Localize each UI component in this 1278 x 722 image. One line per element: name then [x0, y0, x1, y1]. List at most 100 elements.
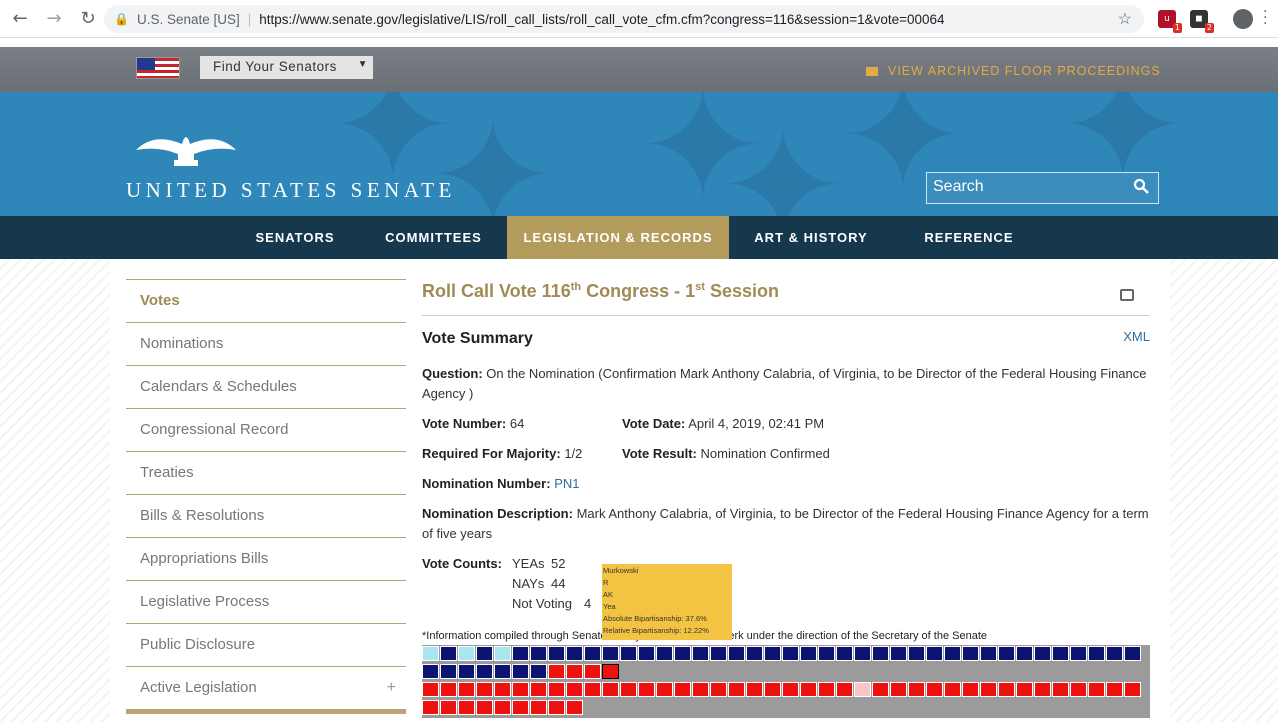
senator-vote-cell[interactable] [962, 646, 979, 661]
reload-icon[interactable]: ↻ [74, 5, 102, 33]
sidebar-item-votes[interactable]: Votes [126, 279, 406, 322]
senator-vote-cell[interactable] [602, 664, 619, 679]
nav-art-history[interactable]: ART & HISTORY [740, 216, 882, 259]
senator-vote-cell[interactable] [1124, 682, 1141, 697]
senator-vote-cell[interactable] [458, 682, 475, 697]
senator-vote-cell[interactable] [710, 682, 727, 697]
sidebar-item-public-disclosure[interactable]: Public Disclosure [126, 623, 406, 666]
senator-vote-cell[interactable] [782, 682, 799, 697]
senator-vote-cell[interactable] [1124, 646, 1141, 661]
senator-vote-cell[interactable] [440, 682, 457, 697]
senator-vote-cell[interactable] [1088, 682, 1105, 697]
senator-vote-cell[interactable] [1016, 646, 1033, 661]
senator-vote-cell[interactable] [764, 682, 781, 697]
senator-vote-cell[interactable] [566, 682, 583, 697]
senator-vote-cell[interactable] [728, 682, 745, 697]
senator-vote-cell[interactable] [548, 682, 565, 697]
senator-vote-cell[interactable] [1070, 682, 1087, 697]
senator-vote-cell[interactable] [602, 682, 619, 697]
nav-committees[interactable]: COMMITTEES [370, 216, 497, 259]
profile-avatar-icon[interactable] [1233, 9, 1253, 29]
senator-vote-cell[interactable] [782, 646, 799, 661]
senator-vote-cell[interactable] [944, 646, 961, 661]
senator-vote-cell[interactable] [980, 682, 997, 697]
senator-vote-cell[interactable] [1016, 682, 1033, 697]
senator-vote-cell[interactable] [476, 664, 493, 679]
senator-vote-cell[interactable] [494, 664, 511, 679]
senator-vote-cell[interactable] [530, 646, 547, 661]
senator-vote-cell[interactable] [854, 646, 871, 661]
senator-vote-cell[interactable] [530, 682, 547, 697]
sidebar-item-active-legislation[interactable]: Active Legislation + [126, 666, 406, 709]
senator-vote-cell[interactable] [512, 682, 529, 697]
senator-vote-cell[interactable] [458, 646, 475, 661]
senator-vote-cell[interactable] [494, 646, 511, 661]
sidebar-item-congressional-record[interactable]: Congressional Record [126, 408, 406, 451]
senator-vote-cell[interactable] [476, 646, 493, 661]
menu-kebab-icon[interactable]: · · · [1263, 5, 1267, 31]
senator-vote-cell[interactable] [422, 646, 439, 661]
senator-vote-cell[interactable] [692, 646, 709, 661]
senator-vote-cell[interactable] [512, 700, 529, 715]
senator-vote-cell[interactable] [1106, 682, 1123, 697]
senator-vote-cell[interactable] [620, 682, 637, 697]
senator-vote-cell[interactable] [926, 682, 943, 697]
sidebar-item-bills[interactable]: Bills & Resolutions [126, 494, 406, 537]
senator-vote-cell[interactable] [800, 646, 817, 661]
xml-link[interactable]: XML [1123, 329, 1150, 344]
sidebar-item-appropriations[interactable]: Appropriations Bills [126, 537, 406, 580]
senator-vote-cell[interactable] [656, 646, 673, 661]
senator-vote-cell[interactable] [800, 682, 817, 697]
senator-vote-cell[interactable] [584, 646, 601, 661]
nav-senators[interactable]: SENATORS [237, 216, 353, 259]
senator-vote-cell[interactable] [476, 700, 493, 715]
senate-eagle-logo-icon[interactable] [134, 130, 238, 170]
senator-vote-cell[interactable] [1106, 646, 1123, 661]
senator-vote-cell[interactable] [872, 682, 889, 697]
senator-vote-cell[interactable] [1052, 682, 1069, 697]
senator-vote-cell[interactable] [872, 646, 889, 661]
back-icon[interactable]: ← [6, 5, 34, 33]
bookmark-star-icon[interactable]: ☆ [1118, 9, 1132, 29]
senator-vote-cell[interactable] [422, 664, 439, 679]
archived-floor-link[interactable]: VIEW ARCHIVED FLOOR PROCEEDINGS [866, 64, 1161, 78]
senator-vote-cell[interactable] [422, 700, 439, 715]
senator-vote-cell[interactable] [710, 646, 727, 661]
senator-vote-cell[interactable] [620, 646, 637, 661]
senator-vote-cell[interactable] [1070, 646, 1087, 661]
senator-vote-cell[interactable] [746, 682, 763, 697]
nomination-number-link[interactable]: PN1 [554, 476, 579, 491]
senator-vote-cell[interactable] [548, 646, 565, 661]
senator-vote-cell[interactable] [422, 682, 439, 697]
senator-vote-cell[interactable] [440, 646, 457, 661]
senator-vote-cell[interactable] [836, 682, 853, 697]
senator-vote-cell[interactable] [746, 646, 763, 661]
search-icon[interactable] [1133, 178, 1149, 194]
senator-vote-cell[interactable] [548, 664, 565, 679]
senator-vote-cell[interactable] [728, 646, 745, 661]
senator-vote-cell[interactable] [638, 646, 655, 661]
site-search-input[interactable]: Search [926, 172, 1159, 204]
print-icon[interactable] [1120, 289, 1134, 301]
senator-vote-cell[interactable] [584, 664, 601, 679]
senator-vote-cell[interactable] [566, 700, 583, 715]
senator-vote-cell[interactable] [566, 664, 583, 679]
senator-vote-cell[interactable] [530, 664, 547, 679]
senator-vote-cell[interactable] [1034, 646, 1051, 661]
senator-vote-cell[interactable] [440, 664, 457, 679]
senator-vote-cell[interactable] [458, 664, 475, 679]
senator-vote-cell[interactable] [908, 682, 925, 697]
senator-vote-cell[interactable] [530, 700, 547, 715]
senator-vote-cell[interactable] [908, 646, 925, 661]
senator-vote-cell[interactable] [818, 682, 835, 697]
site-logo-text[interactable]: UNITED STATES SENATE [126, 178, 456, 203]
senator-vote-cell[interactable] [494, 682, 511, 697]
url-text[interactable]: https://www.senate.gov/legislative/LIS/r… [259, 12, 944, 27]
extension-ublock-icon[interactable]: u1 [1158, 10, 1182, 33]
sidebar-item-nominations[interactable]: Nominations [126, 322, 406, 365]
senator-vote-cell[interactable] [494, 700, 511, 715]
senator-vote-cell[interactable] [602, 646, 619, 661]
senator-vote-cell[interactable] [998, 646, 1015, 661]
nav-legislation-records[interactable]: LEGISLATION & RECORDS [507, 216, 729, 259]
senator-vote-cell[interactable] [836, 646, 853, 661]
